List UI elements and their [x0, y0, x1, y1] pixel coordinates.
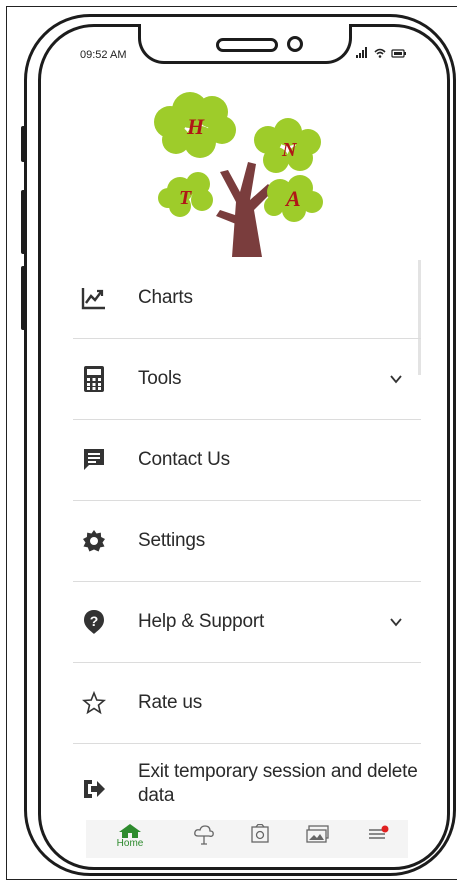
chevron-down-icon[interactable]	[389, 372, 403, 386]
app-logo: H N T A	[150, 92, 330, 262]
svg-text:A: A	[284, 186, 301, 211]
svg-text:T: T	[179, 187, 192, 209]
tree-logo-icon: H N T A	[154, 92, 323, 257]
gallery-icon	[306, 825, 329, 843]
menu-item-charts[interactable]: Charts	[73, 258, 421, 339]
menu-item-contact-us[interactable]: Contact Us	[73, 420, 421, 501]
camera-icon	[251, 824, 269, 843]
exit-label-line1: Exit temporary session and delete	[138, 761, 418, 782]
cloud-icon	[194, 825, 214, 845]
exit-label-line2: data	[138, 785, 175, 806]
menu-item-label: Rate us	[138, 692, 203, 713]
exit-icon	[81, 776, 107, 802]
volume-up-button	[21, 190, 27, 254]
drawer-menu: Charts Tools Contact Us Settings ? Help …	[73, 258, 421, 840]
menu-item-help-support[interactable]: ? Help & Support	[73, 582, 421, 663]
menu-icon	[369, 825, 389, 839]
menu-item-label: Tools	[138, 368, 182, 389]
front-camera	[287, 36, 303, 52]
nav-home-label: Home	[116, 838, 144, 849]
menu-item-tools[interactable]: Tools	[73, 339, 421, 420]
menu-item-rate-us[interactable]: Rate us	[73, 663, 421, 744]
status-icons	[356, 47, 408, 62]
nav-camera[interactable]	[240, 824, 280, 856]
svg-text:?: ?	[90, 613, 99, 629]
home-icon	[119, 824, 141, 838]
signal-wifi-battery-icon	[356, 47, 406, 58]
status-time: 09:52 AM	[80, 49, 127, 61]
menu-item-label: Contact Us	[138, 449, 230, 470]
nav-home[interactable]: Home	[110, 824, 150, 856]
menu-item-label: Charts	[138, 287, 193, 308]
calculator-icon	[81, 366, 107, 392]
nav-gallery[interactable]	[298, 824, 338, 856]
nav-weather[interactable]	[184, 824, 224, 856]
help-icon: ?	[81, 609, 107, 635]
nav-more[interactable]	[358, 824, 398, 856]
chart-icon	[81, 285, 107, 311]
bottom-navigation: Home	[86, 820, 408, 858]
speaker	[216, 38, 278, 52]
message-icon	[81, 447, 107, 473]
menu-item-label: Help & Support	[138, 611, 265, 632]
menu-item-settings[interactable]: Settings	[73, 501, 421, 582]
side-button	[21, 126, 27, 162]
menu-item-label: Settings	[138, 530, 206, 551]
volume-down-button	[21, 266, 27, 330]
star-icon	[81, 690, 107, 716]
menu-item-label: Exit temporary session and delete data	[138, 760, 418, 808]
svg-text:N: N	[281, 139, 298, 161]
gear-icon	[81, 528, 107, 554]
chevron-down-icon[interactable]	[389, 615, 403, 629]
svg-text:H: H	[186, 114, 205, 139]
